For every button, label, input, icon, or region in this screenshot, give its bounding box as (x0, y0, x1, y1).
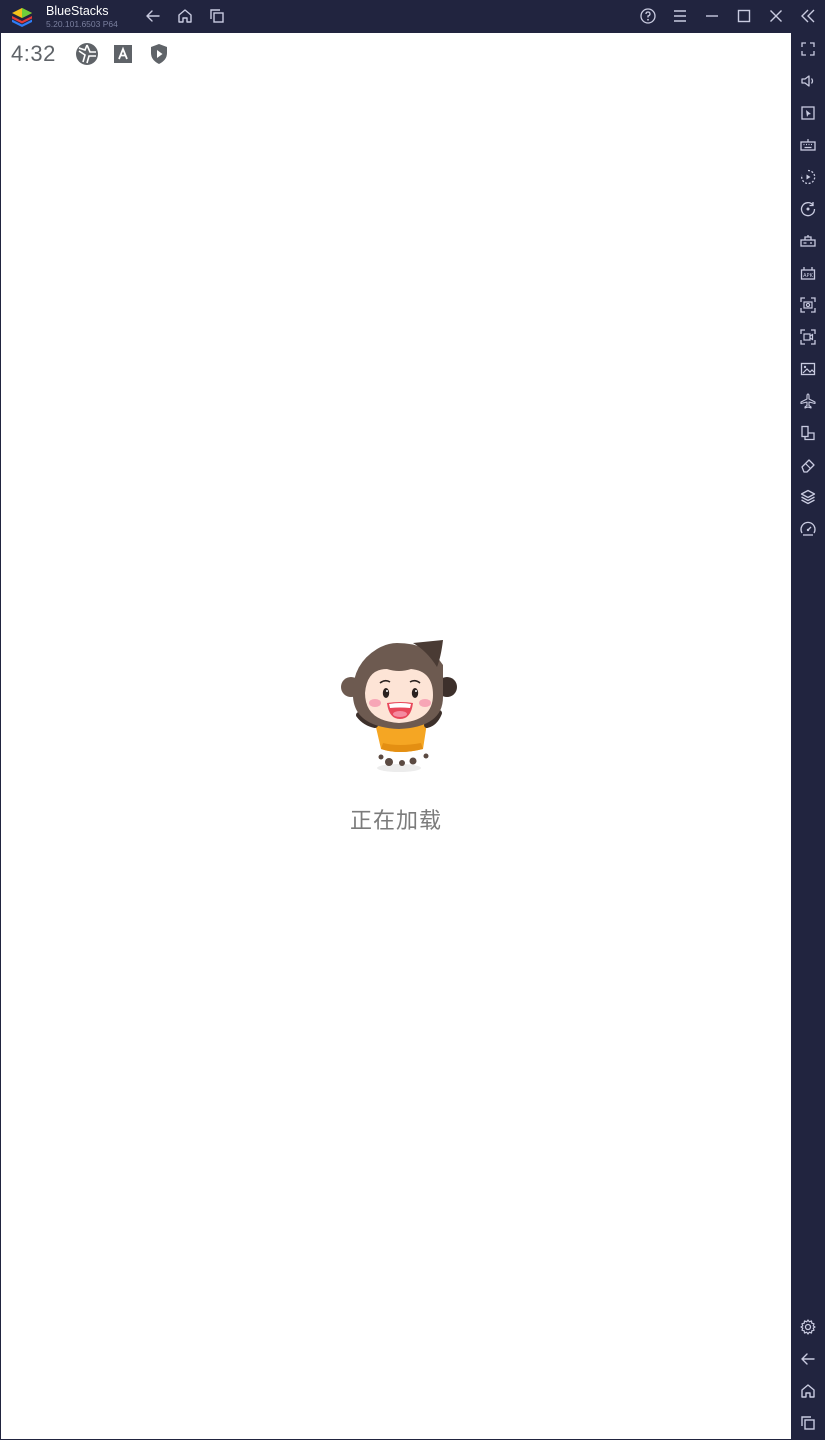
help-icon[interactable] (639, 7, 657, 25)
screen-record-icon[interactable] (799, 328, 817, 346)
android-screen[interactable]: 4:32 正在加载 (1, 33, 791, 1439)
title-bar: BlueStacks 5.20.101.6503 P64 (0, 0, 825, 33)
bluestacks-logo-icon (10, 5, 34, 29)
performance-icon[interactable] (799, 520, 817, 538)
shield-play-icon (147, 42, 171, 66)
font-a-icon (111, 42, 135, 66)
android-home-icon[interactable] (799, 1382, 817, 1400)
volume-icon[interactable] (799, 72, 817, 90)
fullscreen-icon[interactable] (799, 40, 817, 58)
recent-apps-icon[interactable] (208, 7, 226, 25)
loading-text: 正在加载 (349, 809, 442, 834)
aperture-icon (75, 42, 99, 66)
close-icon[interactable] (767, 7, 785, 25)
erase-icon[interactable] (799, 456, 817, 474)
home-icon[interactable] (176, 7, 194, 25)
multi-instance-icon[interactable] (799, 424, 817, 442)
minimize-icon[interactable] (703, 7, 721, 25)
android-recents-icon[interactable] (799, 1414, 817, 1432)
status-time: 4:32 (11, 41, 56, 66)
macro-play-icon[interactable] (799, 168, 817, 186)
airplane-mode-icon[interactable] (799, 392, 817, 410)
keyboard-icon[interactable] (799, 136, 817, 154)
maximize-icon[interactable] (735, 7, 753, 25)
app-version: 5.20.101.6503 P64 (46, 19, 118, 29)
back-arrow-icon[interactable] (144, 7, 162, 25)
monkey-mascot-image (337, 637, 457, 777)
media-folder-icon[interactable] (799, 360, 817, 378)
svg-text:APK: APK (803, 273, 813, 279)
android-back-icon[interactable] (799, 1350, 817, 1368)
right-sidebar: APK (791, 33, 825, 1440)
collapse-sidebar-icon[interactable] (799, 7, 817, 25)
app-title: BlueStacks (46, 4, 109, 18)
apk-install-icon[interactable]: APK (799, 264, 817, 282)
menu-icon[interactable] (671, 7, 689, 25)
settings-gear-icon[interactable] (799, 1318, 817, 1336)
gamepad-icon[interactable] (799, 232, 817, 250)
rotate-icon[interactable] (799, 200, 817, 218)
layers-icon[interactable] (799, 488, 817, 506)
cursor-icon[interactable] (799, 104, 817, 122)
screenshot-icon[interactable] (799, 296, 817, 314)
